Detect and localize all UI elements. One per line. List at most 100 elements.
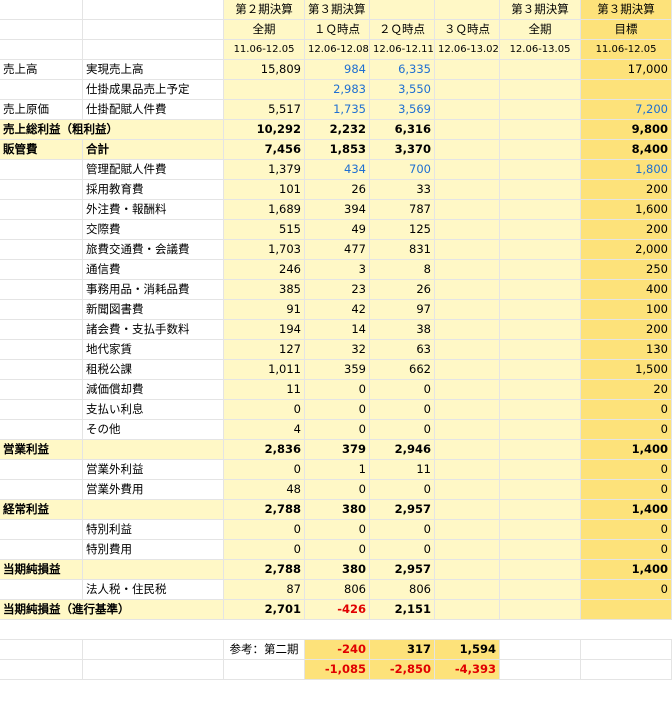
cell-e[interactable]: 2,957 — [370, 500, 435, 519]
cell-c[interactable]: 48 — [224, 480, 305, 499]
cell-e[interactable]: 97 — [370, 300, 435, 319]
cell-a[interactable] — [0, 520, 83, 539]
cell-e[interactable]: 0 — [370, 420, 435, 439]
empty-cell[interactable] — [581, 660, 672, 679]
cell-f[interactable] — [435, 260, 500, 279]
cell-c[interactable]: 2,788 — [224, 560, 305, 579]
cell-a[interactable] — [0, 400, 83, 419]
cell-c[interactable]: 7,456 — [224, 140, 305, 159]
cell-e[interactable]: 11 — [370, 460, 435, 479]
cell-g[interactable] — [500, 160, 581, 179]
cell-h[interactable]: 0 — [581, 400, 672, 419]
header-cell[interactable] — [0, 20, 83, 39]
cell-b[interactable]: 特別費用 — [83, 540, 224, 559]
cell-c[interactable]: 127 — [224, 340, 305, 359]
cell-g[interactable] — [500, 60, 581, 79]
cell-h[interactable]: 0 — [581, 480, 672, 499]
empty-cell[interactable] — [0, 660, 83, 679]
empty-cell[interactable] — [0, 640, 83, 659]
cell-a[interactable]: 売上総利益（粗利益） — [0, 120, 224, 139]
cell-d[interactable]: 42 — [305, 300, 370, 319]
cell-b[interactable]: その他 — [83, 420, 224, 439]
cell-g[interactable] — [500, 120, 581, 139]
cell-a[interactable] — [0, 300, 83, 319]
cell-e[interactable]: 8 — [370, 260, 435, 279]
cell-c[interactable]: 2,836 — [224, 440, 305, 459]
cell-h[interactable]: 100 — [581, 300, 672, 319]
cell-d[interactable]: 0 — [305, 420, 370, 439]
cell-b[interactable]: 外注費・報酬料 — [83, 200, 224, 219]
cell-f[interactable] — [435, 380, 500, 399]
cell-e[interactable]: 662 — [370, 360, 435, 379]
cell-f[interactable] — [435, 500, 500, 519]
cell-h[interactable]: 200 — [581, 180, 672, 199]
cell-f[interactable] — [435, 60, 500, 79]
cell-h[interactable]: 7,200 — [581, 100, 672, 119]
cell-b[interactable]: 事務用品・消耗品費 — [83, 280, 224, 299]
cell-e[interactable]: 0 — [370, 400, 435, 419]
cell-c[interactable]: 0 — [224, 400, 305, 419]
cell-c[interactable]: 515 — [224, 220, 305, 239]
cell-g[interactable] — [500, 320, 581, 339]
cell-h[interactable]: 0 — [581, 580, 672, 599]
cell-d[interactable]: 0 — [305, 400, 370, 419]
empty-cell[interactable] — [500, 660, 581, 679]
header-cell[interactable] — [370, 0, 435, 19]
cell-a[interactable] — [0, 580, 83, 599]
header-cell[interactable] — [83, 20, 224, 39]
cell-e[interactable]: 0 — [370, 480, 435, 499]
cell-b[interactable]: 仕掛配賦人件費 — [83, 100, 224, 119]
cell-f[interactable] — [435, 520, 500, 539]
cell-c[interactable]: 11 — [224, 380, 305, 399]
cell-c[interactable]: 10,292 — [224, 120, 305, 139]
cell-d[interactable]: 806 — [305, 580, 370, 599]
cell-f[interactable] — [435, 340, 500, 359]
cell-b[interactable]: 法人税・住民税 — [83, 580, 224, 599]
cell-a[interactable] — [0, 220, 83, 239]
cell-a[interactable] — [0, 540, 83, 559]
cell-a[interactable] — [0, 340, 83, 359]
cell-g[interactable] — [500, 280, 581, 299]
cell-b[interactable]: 交際費 — [83, 220, 224, 239]
cell-d[interactable]: 23 — [305, 280, 370, 299]
cell-f[interactable] — [435, 280, 500, 299]
cell-d[interactable]: 984 — [305, 60, 370, 79]
cell-b[interactable] — [83, 500, 224, 519]
cell-h[interactable]: 1,600 — [581, 200, 672, 219]
cell-c[interactable]: 246 — [224, 260, 305, 279]
cell-h[interactable]: 0 — [581, 540, 672, 559]
cell-b[interactable] — [83, 560, 224, 579]
cell-g[interactable] — [500, 520, 581, 539]
cell-b[interactable]: 旅費交通費・会議費 — [83, 240, 224, 259]
cell-f[interactable] — [435, 480, 500, 499]
cell-g[interactable] — [500, 600, 581, 619]
cell-c[interactable]: 385 — [224, 280, 305, 299]
cell-d[interactable]: 2,232 — [305, 120, 370, 139]
cell-a[interactable] — [0, 280, 83, 299]
cell-d[interactable]: 1,735 — [305, 100, 370, 119]
cell-g[interactable] — [500, 580, 581, 599]
cell-h[interactable]: 17,000 — [581, 60, 672, 79]
cell-c[interactable]: 2,701 — [224, 600, 305, 619]
header-cell[interactable] — [435, 0, 500, 19]
header-cell[interactable]: ２Ｑ時点 — [370, 20, 435, 39]
cell-g[interactable] — [500, 540, 581, 559]
cell-h[interactable]: 130 — [581, 340, 672, 359]
cell-f[interactable] — [435, 140, 500, 159]
cell-e[interactable]: 3,370 — [370, 140, 435, 159]
cell-h[interactable]: 200 — [581, 220, 672, 239]
empty-cell[interactable] — [83, 660, 224, 679]
cell-f[interactable] — [435, 240, 500, 259]
cell-a[interactable]: 経常利益 — [0, 500, 83, 519]
cell-d[interactable]: 3 — [305, 260, 370, 279]
cell-d[interactable]: 477 — [305, 240, 370, 259]
header-cell[interactable] — [0, 0, 83, 19]
cell-c[interactable]: 91 — [224, 300, 305, 319]
footer-value[interactable]: -4,393 — [435, 660, 500, 679]
cell-c[interactable]: 1,379 — [224, 160, 305, 179]
cell-d[interactable]: 1 — [305, 460, 370, 479]
header-cell[interactable]: 目標 — [581, 20, 672, 39]
cell-e[interactable]: 3,550 — [370, 80, 435, 99]
cell-f[interactable] — [435, 540, 500, 559]
cell-c[interactable]: 87 — [224, 580, 305, 599]
